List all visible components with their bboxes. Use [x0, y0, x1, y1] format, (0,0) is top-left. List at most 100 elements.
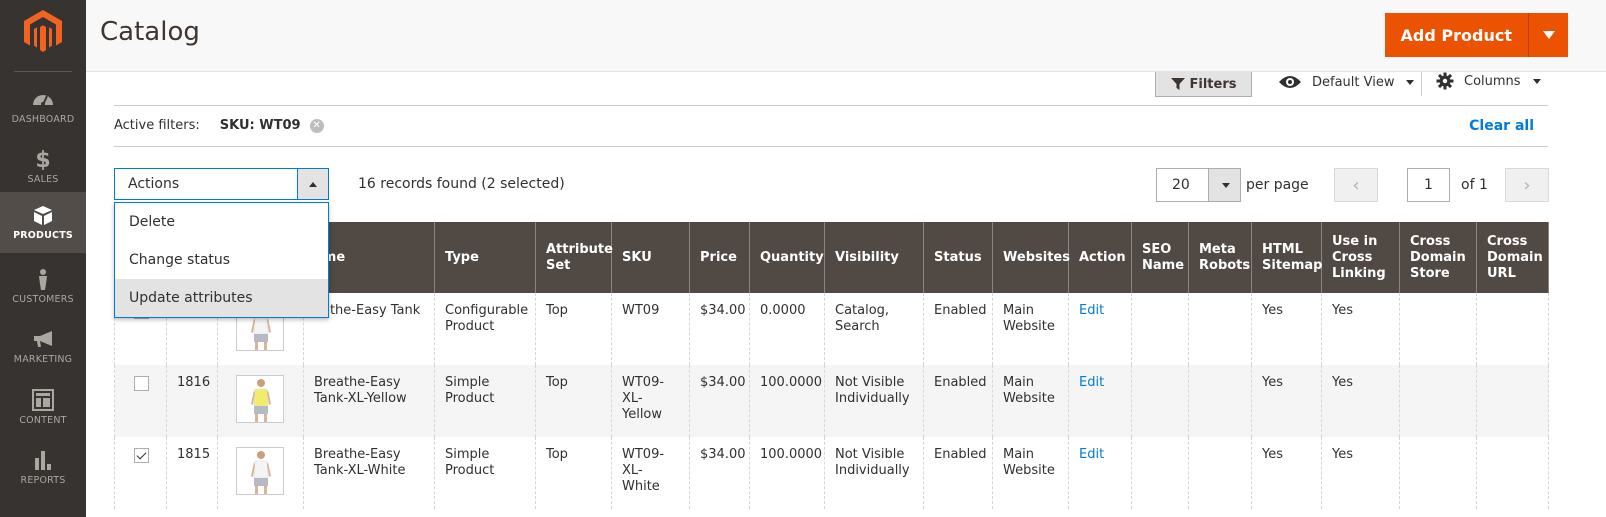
remove-filter-icon[interactable]: ✕ — [309, 118, 324, 133]
sidebar-item-dashboard[interactable]: DASHBOARD — [0, 80, 86, 141]
cell-cross-linking: Yes — [1321, 365, 1400, 437]
column-header-visibility[interactable]: Visibility — [824, 222, 924, 293]
cell-select — [114, 437, 167, 509]
cell-status: Enabled — [923, 437, 993, 509]
toolbar-divider — [1421, 72, 1422, 96]
mass-actions-toggle[interactable] — [297, 169, 328, 199]
active-filter-sku: SKU: WT09 — [219, 118, 301, 133]
column-header-websites[interactable]: Websites — [992, 222, 1070, 293]
sidebar-item-content[interactable]: CONTENT — [0, 381, 86, 442]
cell-product-type: Configurable Product — [434, 293, 536, 365]
chevron-right-icon: › — [1523, 174, 1531, 196]
cell-product-name: Breathe-Easy Tank-XL-White — [303, 437, 435, 509]
sidebar-item-products[interactable]: PRODUCTS — [0, 192, 86, 253]
sidebar-item-label: PRODUCTS — [13, 230, 73, 241]
cell-seo-name — [1131, 293, 1189, 365]
dollar-icon: $ — [35, 148, 50, 170]
table-row[interactable]: eathe-Easy Tank Configurable Product Top WT… — [114, 293, 1549, 365]
eye-icon — [1279, 76, 1301, 88]
column-header-type[interactable]: Type — [434, 222, 536, 293]
sidebar-item-label: CONTENT — [19, 415, 67, 426]
per-page-label: per page — [1246, 177, 1309, 193]
column-header-price[interactable]: Price — [689, 222, 750, 293]
cell-html-sitemap: Yes — [1251, 365, 1322, 437]
grid-header-row: ame Type Attribute Set SKU Price Quantit… — [114, 222, 1549, 293]
cell-cross-domain-url — [1476, 365, 1549, 437]
columns-control[interactable]: Columns — [1436, 71, 1541, 91]
cell-select — [114, 365, 167, 437]
per-page-select[interactable]: 20 — [1156, 168, 1241, 202]
mass-actions-menu: Delete Change status Update attributes — [114, 202, 329, 318]
cell-websites: Main Website — [992, 293, 1069, 365]
cell-websites: Main Website — [992, 365, 1069, 437]
sidebar-item-reports[interactable]: REPORTS — [0, 441, 86, 502]
records-count: 16 records found (2 selected) — [358, 176, 565, 192]
sidebar-item-customers[interactable]: CUSTOMERS — [0, 260, 86, 321]
page-header: Catalog Add Product — [86, 0, 1606, 72]
column-header-status[interactable]: Status — [923, 222, 993, 293]
column-header-attribute-set[interactable]: Attribute Set — [535, 222, 613, 293]
cell-edit-link: Edit — [1068, 365, 1132, 437]
action-change-status[interactable]: Change status — [115, 241, 328, 279]
per-page-toggle[interactable] — [1208, 169, 1240, 201]
column-header-cross-domain-store[interactable]: Cross Domain Store — [1399, 222, 1477, 293]
cell-meta-robots — [1188, 437, 1252, 509]
cell-product-type: Simple Product — [434, 437, 536, 509]
add-product-split-button: Add Product — [1384, 13, 1568, 57]
column-header-cross-linking[interactable]: Use in Cross Linking — [1321, 222, 1400, 293]
edit-link[interactable]: Edit — [1079, 447, 1104, 462]
column-header-meta-robots[interactable]: Meta Robots — [1188, 222, 1252, 293]
column-header-quantity[interactable]: Quantity — [749, 222, 825, 293]
cell-status: Enabled — [923, 365, 993, 437]
sidebar-item-marketing[interactable]: MARKETING — [0, 320, 86, 381]
cell-cross-linking: Yes — [1321, 437, 1400, 509]
person-icon — [39, 269, 47, 290]
magento-logo-icon[interactable] — [24, 10, 62, 52]
edit-link[interactable]: Edit — [1079, 303, 1104, 318]
chevron-left-icon: ‹ — [1352, 174, 1360, 196]
cell-quantity: 100.0000 — [749, 365, 825, 437]
cell-product-name: Breathe-Easy Tank-XL-Yellow — [303, 365, 435, 437]
column-header-sku[interactable]: SKU — [611, 222, 690, 293]
column-header-seo-name[interactable]: SEO Name — [1131, 222, 1189, 293]
clear-all-link[interactable]: Clear all — [1469, 118, 1534, 134]
cell-thumbnail — [217, 437, 304, 509]
filters-button[interactable]: Filters — [1155, 72, 1252, 97]
mass-actions-select[interactable]: Actions — [114, 168, 329, 200]
table-row[interactable]: 1815 Breathe-Easy Tank-XL-White Simple Pro… — [114, 437, 1549, 509]
column-header-html-sitemap[interactable]: HTML Sitemap — [1251, 222, 1322, 293]
megaphone-icon — [34, 331, 52, 347]
row-checkbox[interactable] — [134, 448, 149, 463]
table-row[interactable]: 1816 Breathe-Easy Tank-XL-Yellow Simple Pr… — [114, 365, 1549, 437]
product-thumbnail[interactable] — [236, 447, 284, 495]
sidebar-item-label: CUSTOMERS — [12, 294, 74, 305]
logo-divider — [14, 71, 72, 72]
action-delete[interactable]: Delete — [115, 203, 328, 241]
gear-icon — [1436, 72, 1454, 90]
current-page-input[interactable] — [1407, 168, 1450, 202]
view-switcher[interactable]: Default View — [1278, 72, 1415, 92]
add-product-type-toggle[interactable] — [1528, 13, 1568, 57]
mass-actions-label: Actions — [128, 176, 180, 192]
sidebar-item-label: SALES — [27, 174, 59, 185]
layout-icon — [32, 389, 54, 411]
caret-up-icon — [309, 181, 317, 187]
cell-price: $34.00 — [689, 293, 750, 365]
product-thumbnail[interactable] — [236, 375, 284, 423]
admin-sidebar: DASHBOARD $ SALES PRODUCTS CUSTOMERS MAR… — [0, 0, 86, 517]
add-product-button[interactable]: Add Product — [1385, 13, 1528, 57]
previous-page-button[interactable]: ‹ — [1334, 168, 1378, 202]
column-header-action: Action — [1068, 222, 1132, 293]
sidebar-item-label: REPORTS — [20, 475, 66, 486]
cell-html-sitemap: Yes — [1251, 437, 1322, 509]
cell-meta-robots — [1188, 365, 1252, 437]
row-checkbox[interactable] — [134, 376, 149, 391]
cell-html-sitemap: Yes — [1251, 293, 1322, 365]
next-page-button[interactable]: › — [1505, 168, 1549, 202]
divider — [114, 146, 1548, 147]
per-page-value: 20 — [1172, 177, 1190, 193]
edit-link[interactable]: Edit — [1079, 375, 1104, 390]
column-header-cross-domain-url[interactable]: Cross Domain URL — [1476, 222, 1549, 293]
caret-down-icon — [1406, 79, 1415, 85]
action-update-attributes[interactable]: Update attributes — [115, 279, 328, 317]
